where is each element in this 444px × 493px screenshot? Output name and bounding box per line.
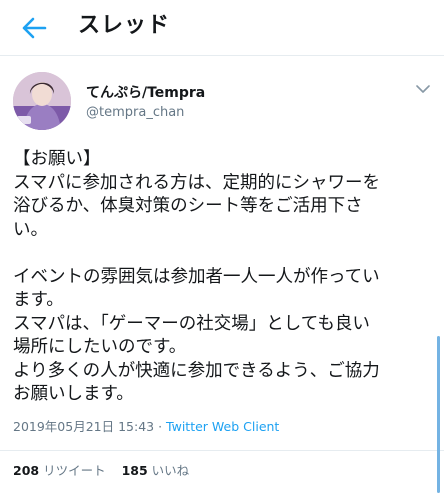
tweet-line: 浴びるか、体臭対策のシート等をご活用下さ [13,196,363,216]
page-title: スレッド [78,13,171,38]
tweet-line: スマパは、「ゲーマーの社交場」としても良い [13,313,370,334]
retweets-label: リツイート [43,463,106,478]
meta-separator: · [154,419,167,434]
tweet-client-link[interactable]: Twitter Web Client [166,419,279,434]
retweets-stat[interactable]: 208 リツイート [13,463,106,478]
tweet-text: 【お願い】 スマパに参加される方は、定期的にシャワーを 浴びるか、体臭対策のシー… [13,148,433,407]
author-display-name[interactable]: てんぷら/Tempra [86,84,205,102]
tweet-meta: 2019年05月21日 15:43 · Twitter Web Client [13,418,279,436]
tweet-line: 【お願い】 [13,149,101,169]
divider [0,450,444,451]
chevron-down-icon [416,84,430,93]
likes-label: いいね [151,463,190,478]
retweets-count: 208 [13,463,40,478]
tweet-line: ます。 [13,290,64,310]
tweet-line: イベントの雰囲気は参加者一人一人が作ってい [13,266,380,287]
tweet-line: お願いします。 [13,384,134,404]
back-button[interactable] [18,12,50,44]
likes-stat[interactable]: 185 いいね [122,463,190,478]
author-handle[interactable]: @tempra_chan [86,104,184,122]
tweet-timestamp[interactable]: 2019年05月21日 15:43 [13,419,154,434]
tweet-line: い。 [13,219,48,240]
tweet-stats: 208 リツイート 185 いいね [13,462,189,480]
avatar[interactable] [13,72,71,130]
top-app-bar: スレッド [0,0,444,56]
more-options-button[interactable] [414,80,432,98]
avatar-image [13,72,71,130]
back-arrow-icon [22,17,47,39]
scrollbar[interactable] [437,336,440,493]
likes-count: 185 [121,463,148,478]
tweet-line: より多くの人が快適に参加できるよう、ご協力 [13,360,380,381]
tweet-line: 場所にしたいのです。 [13,337,187,357]
tweet-line: スマパに参加される方は、定期的にシャワーを [13,172,380,193]
